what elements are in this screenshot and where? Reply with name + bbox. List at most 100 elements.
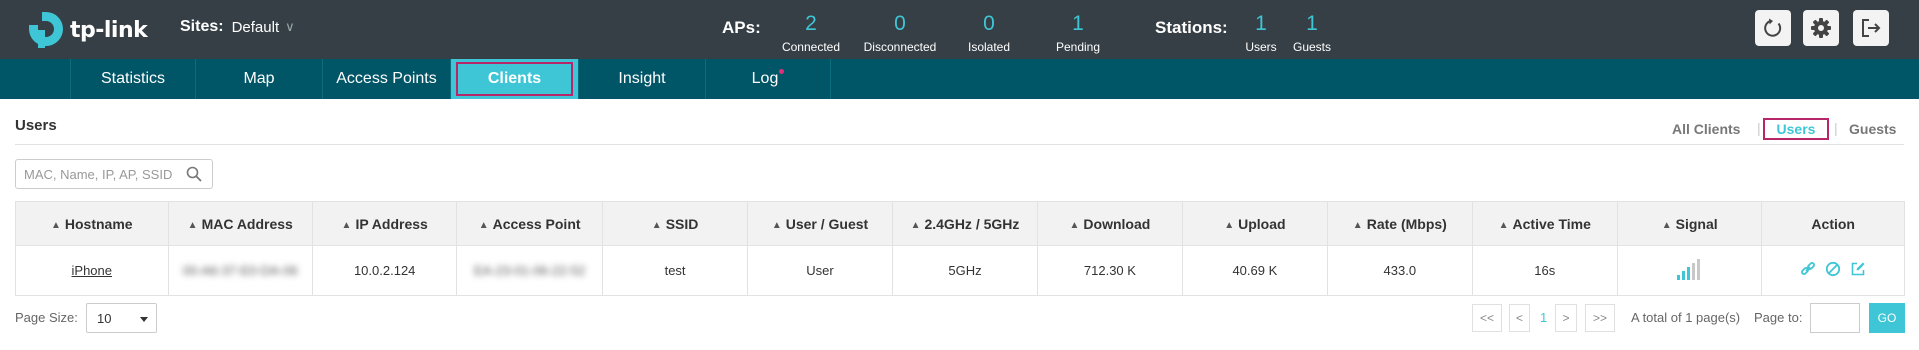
cell-rate: 433.0 (1327, 245, 1473, 296)
col-upload[interactable]: ▲︎ Upload (1181, 201, 1329, 246)
aps-disconnected[interactable]: 0 Disconnected (850, 12, 950, 54)
refresh-button[interactable] (1755, 10, 1791, 46)
sort-icon: ▲︎ (50, 219, 61, 231)
aps-connected[interactable]: 2 Connected (761, 12, 861, 54)
cell-active-time: 16s (1471, 245, 1618, 296)
page-size-value: 10 (97, 311, 112, 326)
aps-label: APs: (722, 18, 761, 37)
first-page-button[interactable]: << (1472, 304, 1502, 332)
sort-icon: ▲︎ (651, 219, 662, 231)
filter-separator: | (1834, 120, 1838, 136)
col-rate[interactable]: ▲︎ Rate (Mbps) (1327, 201, 1473, 246)
cell-hostname[interactable]: iPhone (15, 245, 169, 296)
col-active-time-label: Active Time (1512, 215, 1591, 232)
current-page[interactable]: 1 (1540, 304, 1547, 332)
edit-icon[interactable] (1850, 261, 1866, 280)
signal-bar (1691, 263, 1695, 280)
go-button[interactable]: GO (1869, 303, 1905, 333)
cell-action (1761, 245, 1905, 296)
col-active-time[interactable]: ▲︎ Active Time (1471, 201, 1618, 246)
tab-statistics[interactable]: Statistics (70, 59, 195, 99)
cell-upload: 40.69 K (1181, 245, 1329, 296)
signal-bar (1681, 271, 1685, 280)
clients-table: ▲︎ Hostname ▲︎ MAC Address ▲︎ IP Address ▲︎… (15, 201, 1905, 296)
page-size-label: Page Size: (15, 310, 78, 325)
col-download-label: Download (1083, 215, 1151, 232)
hostname-link[interactable]: iPhone (72, 263, 112, 278)
tab-insight[interactable]: Insight (578, 59, 705, 99)
link-icon[interactable] (1800, 261, 1816, 280)
col-signal-label: Signal (1675, 215, 1718, 232)
col-access-point[interactable]: ▲︎ Access Point (456, 201, 603, 246)
last-page-button[interactable]: >> (1585, 304, 1615, 332)
search-icon[interactable] (186, 166, 202, 187)
aps-pending-caption: Pending (1055, 40, 1101, 54)
tab-log[interactable]: Log (705, 59, 831, 99)
brand-name: tp-link (70, 17, 148, 43)
page-size-select[interactable]: 10 (86, 303, 157, 333)
notification-dot (779, 69, 785, 74)
tp-link-logo[interactable]: tp-link (28, 10, 148, 50)
col-mac-address[interactable]: ▲︎ MAC Address (167, 201, 313, 246)
signal-bar (1696, 259, 1700, 280)
filter-all-clients[interactable]: All Clients (1672, 121, 1740, 137)
sort-icon: ▲︎ (187, 219, 198, 231)
filter-guests[interactable]: Guests (1849, 121, 1896, 137)
caret-down-icon (140, 317, 148, 322)
sort-icon: ▲︎ (478, 219, 489, 231)
logout-icon (1862, 19, 1881, 37)
site-value: Default (231, 18, 280, 36)
aps-pending[interactable]: 1 Pending (1028, 12, 1128, 54)
logout-button[interactable] (1853, 10, 1889, 46)
aps-disconnected-count: 0 (894, 12, 906, 35)
next-page-button[interactable]: > (1555, 304, 1577, 332)
col-ap-label: Access Point (492, 215, 581, 232)
refresh-icon (1764, 18, 1782, 37)
cell-signal (1616, 245, 1763, 296)
sort-icon: ▲︎ (910, 219, 921, 231)
tab-access-points-label: Access Points (336, 70, 437, 87)
col-upload-label: Upload (1238, 215, 1286, 232)
col-hostname[interactable]: ▲︎ Hostname (15, 201, 169, 246)
cell-user-guest: User (747, 245, 893, 296)
cell-download: 712.30 K (1037, 245, 1183, 296)
col-action-label: Action (1811, 215, 1855, 232)
chevron-down-icon: ∨ (285, 19, 295, 34)
col-mac-label: MAC Address (201, 215, 293, 232)
sites-label: Sites: (180, 18, 224, 35)
search-box (15, 159, 213, 189)
filter-users[interactable]: Users (1763, 118, 1829, 140)
aps-isolated-count: 0 (983, 12, 995, 35)
tab-clients[interactable]: Clients (450, 59, 578, 99)
stations-guests[interactable]: 1 Guests (1262, 12, 1362, 54)
site-selector[interactable]: Sites: Default ∨ (180, 18, 295, 36)
prev-page-button[interactable]: < (1509, 304, 1530, 332)
page-to-input[interactable] (1810, 303, 1860, 333)
col-user-guest-label: User / Guest (785, 215, 869, 232)
main-nav: Statistics Map Access Points Clients Ins… (0, 59, 1919, 99)
col-signal[interactable]: ▲︎ Signal (1616, 201, 1763, 246)
aps-isolated[interactable]: 0 Isolated (939, 12, 1039, 54)
col-download[interactable]: ▲︎ Download (1037, 201, 1183, 246)
search-input[interactable] (24, 165, 184, 183)
signal-bar (1686, 267, 1690, 280)
col-band[interactable]: ▲︎ 2.4GHz / 5GHz (891, 201, 1039, 246)
block-icon[interactable] (1825, 261, 1841, 280)
settings-button[interactable] (1803, 10, 1839, 46)
sort-icon: ▲︎ (1224, 219, 1235, 231)
col-user-guest[interactable]: ▲︎ User / Guest (747, 201, 893, 246)
tab-access-points[interactable]: Access Points (322, 59, 450, 99)
gear-icon (1811, 18, 1831, 38)
sort-icon: ▲︎ (1498, 219, 1509, 231)
tab-map-label: Map (243, 70, 275, 87)
col-rate-label: Rate (Mbps) (1366, 215, 1447, 232)
col-ip-address[interactable]: ▲︎ IP Address (311, 201, 458, 246)
tab-clients-label: Clients (456, 62, 573, 96)
sort-icon: ▲︎ (1352, 219, 1363, 231)
col-hostname-label: Hostname (64, 215, 133, 232)
col-ssid[interactable]: ▲︎ SSID (601, 201, 749, 246)
tab-map[interactable]: Map (195, 59, 322, 99)
col-action: Action (1761, 201, 1905, 246)
mac-value: 00-A6-37-E0-DA-06 (182, 263, 298, 278)
aps-pending-count: 1 (1072, 12, 1084, 35)
